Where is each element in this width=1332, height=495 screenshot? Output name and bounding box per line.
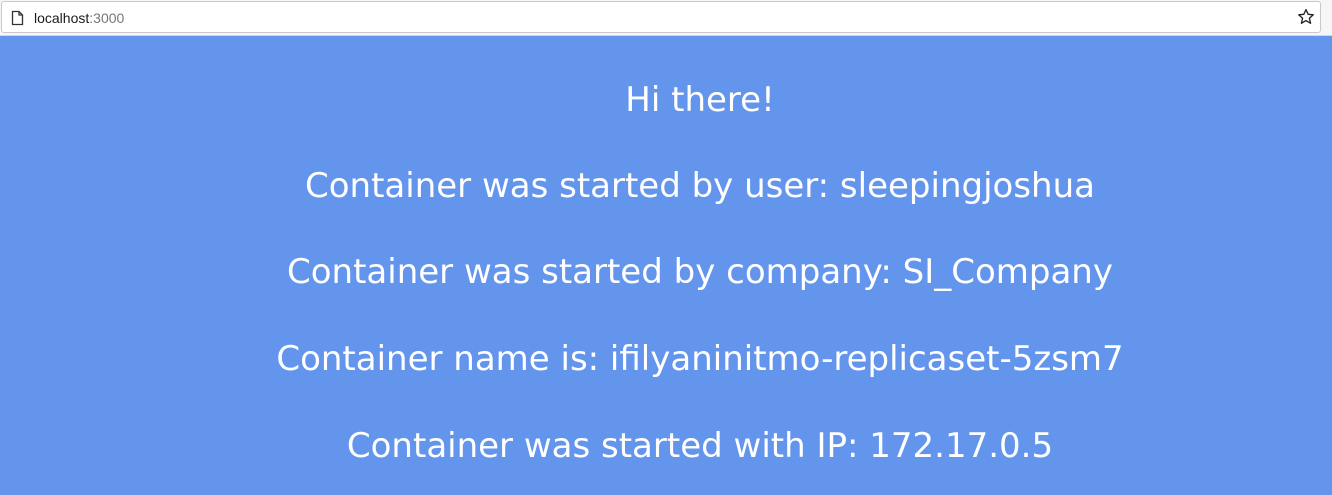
bookmark-star-icon[interactable] bbox=[1297, 8, 1315, 26]
page-body: Hi there! Container was started by user:… bbox=[0, 36, 1332, 495]
greeting-heading: Hi there! bbox=[625, 80, 775, 120]
url-text[interactable]: localhost:3000 bbox=[34, 9, 124, 27]
url-port: :3000 bbox=[89, 10, 125, 26]
container-ip-info: Container was started with IP: 172.17.0.… bbox=[346, 426, 1054, 466]
page-icon bbox=[11, 10, 24, 26]
browser-toolbar: localhost:3000 bbox=[0, 0, 1332, 36]
company-info: Container was started by company: SI_Com… bbox=[287, 252, 1113, 292]
user-info: Container was started by user: sleepingj… bbox=[304, 166, 1095, 206]
address-bar[interactable]: localhost:3000 bbox=[1, 1, 1321, 33]
container-name-info: Container name is: ifilyaninitmo-replica… bbox=[276, 339, 1124, 379]
url-host: localhost bbox=[34, 10, 90, 26]
